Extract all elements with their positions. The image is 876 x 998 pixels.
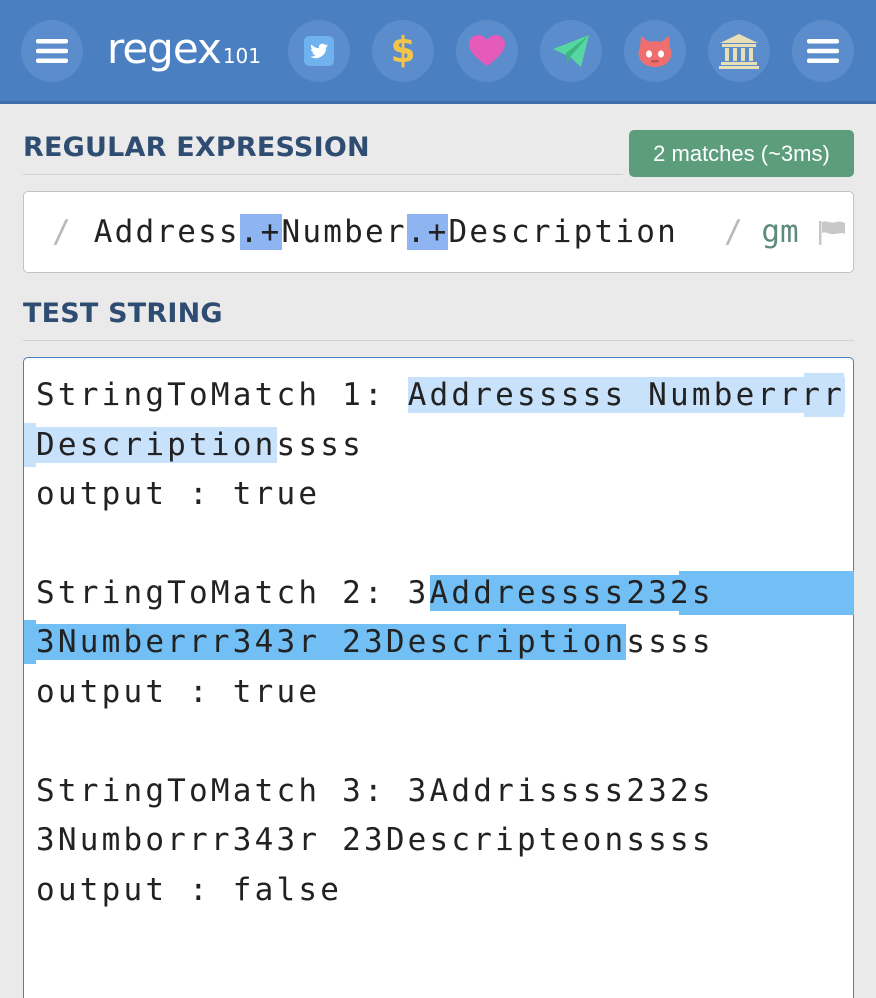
library-button[interactable] bbox=[708, 20, 770, 82]
logo-number: 101 bbox=[222, 44, 261, 68]
library-icon bbox=[719, 34, 759, 69]
github-icon bbox=[638, 36, 672, 67]
flags-value: gm bbox=[761, 214, 799, 250]
test-text: ssss bbox=[276, 427, 364, 463]
test-line: Descriptionssss bbox=[36, 423, 364, 467]
heart-icon bbox=[469, 35, 505, 66]
test-line: StringToMatch 2: 3Addressss232s bbox=[36, 571, 714, 615]
contact-button[interactable] bbox=[540, 20, 602, 82]
regex-delimiter-open: / bbox=[52, 214, 73, 250]
logo[interactable]: regex 101 bbox=[107, 24, 261, 80]
test-line: 3Numberrr343r 23Descriptionssss bbox=[36, 620, 714, 664]
match-count-badge: 2 matches (~3ms) bbox=[629, 130, 854, 177]
logo-text: regex bbox=[107, 24, 222, 73]
match-highlight: 3Numberrr343r 23Description bbox=[36, 624, 627, 660]
regex-token-quantifier: .+ bbox=[239, 214, 282, 250]
regex-flags[interactable]: / gm bbox=[724, 212, 799, 252]
match-highlight: Description bbox=[36, 427, 277, 463]
menu-button[interactable] bbox=[21, 20, 83, 82]
regex-literal: Address bbox=[93, 214, 240, 250]
test-section-title: TEST STRING bbox=[23, 298, 223, 329]
twitter-button[interactable] bbox=[288, 20, 350, 82]
regex-section-title: REGULAR EXPRESSION bbox=[23, 132, 370, 163]
regex-literal: Description bbox=[448, 214, 678, 250]
menu-icon bbox=[807, 39, 839, 63]
test-line: 3Numborrr343r 23Descripteonssss bbox=[36, 822, 714, 858]
match-highlight: Addresssss Numberrrr bbox=[407, 377, 845, 413]
twitter-icon bbox=[304, 36, 334, 66]
test-line: output : false bbox=[36, 872, 343, 908]
regex-input[interactable]: / Address.+Number.+Description / gm bbox=[23, 191, 854, 273]
regex-pattern[interactable]: / Address.+Number.+Description bbox=[52, 212, 678, 252]
test-text: StringToMatch 1: bbox=[36, 377, 408, 413]
dollar-icon: $ bbox=[390, 30, 416, 71]
test-line: StringToMatch 1: Addresssss Numberrrr bbox=[36, 373, 845, 417]
divider bbox=[23, 340, 854, 341]
match-highlight bbox=[24, 620, 36, 664]
divider bbox=[23, 174, 623, 175]
test-line: output : true bbox=[36, 674, 321, 710]
test-line: StringToMatch 3: 3Addrissss232s bbox=[36, 773, 714, 809]
flag-icon[interactable] bbox=[817, 220, 847, 246]
test-line: output : true bbox=[36, 476, 321, 512]
donate-button[interactable]: $ bbox=[372, 20, 434, 82]
test-text: StringToMatch 2: 3 bbox=[36, 575, 430, 611]
regex-delimiter-close: / bbox=[724, 214, 743, 250]
github-button[interactable] bbox=[624, 20, 686, 82]
sponsor-button[interactable] bbox=[456, 20, 518, 82]
regex-literal: Number bbox=[281, 214, 407, 250]
menu-icon bbox=[36, 39, 68, 63]
paper-plane-icon bbox=[553, 35, 589, 67]
regex-token-quantifier: .+ bbox=[406, 214, 449, 250]
match-highlight: Addressss232s bbox=[429, 575, 714, 611]
top-bar: regex 101 $ bbox=[0, 0, 876, 104]
match-highlight bbox=[24, 423, 36, 467]
settings-menu-button[interactable] bbox=[792, 20, 854, 82]
test-string-input[interactable]: StringToMatch 1: Addresssss Numberrrr De… bbox=[23, 357, 854, 998]
test-text: ssss bbox=[626, 624, 714, 660]
